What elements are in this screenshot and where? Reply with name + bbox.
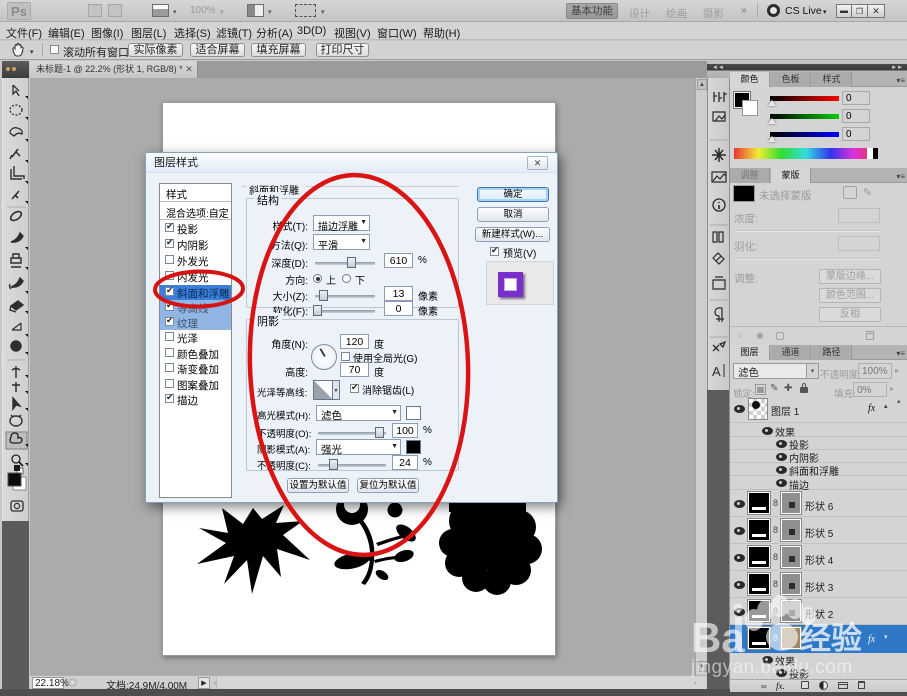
svg-text:A: A — [712, 364, 721, 379]
